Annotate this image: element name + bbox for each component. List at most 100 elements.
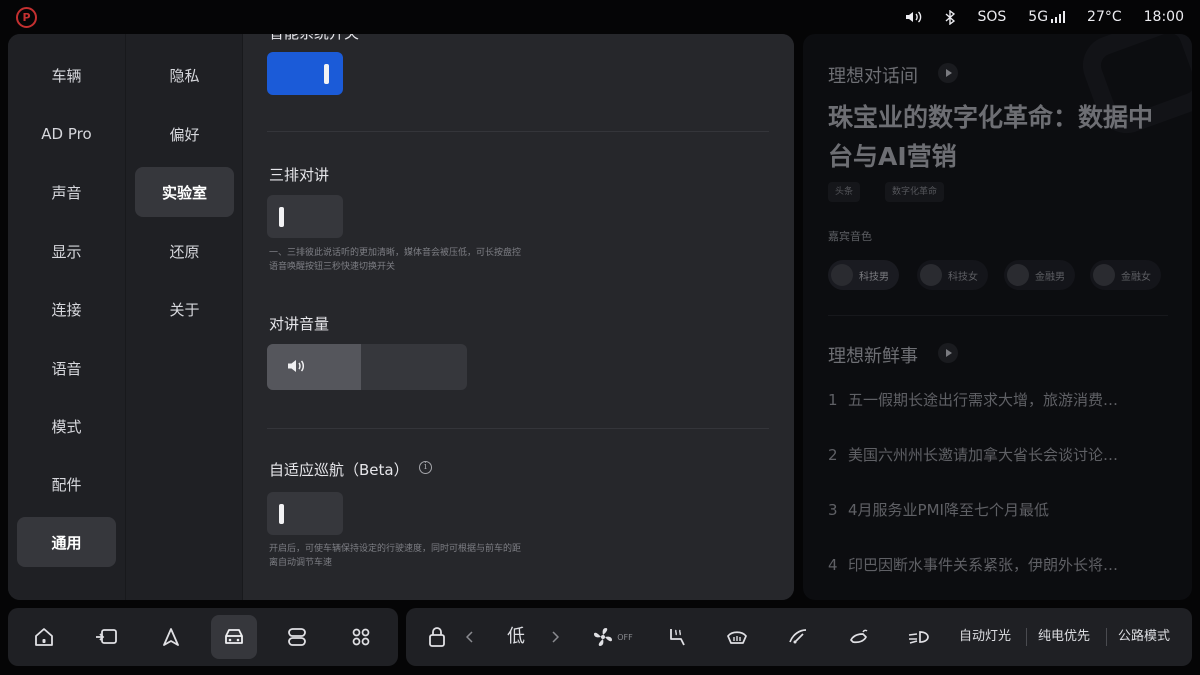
app-dock xyxy=(8,608,398,666)
network-label: 5G xyxy=(1028,9,1049,25)
vehicle-controls-dock: 低 OFF 自动灯光 纯电优先 公路模式 xyxy=(406,608,1192,666)
avatar xyxy=(920,264,942,286)
avatar xyxy=(1007,264,1029,286)
nav-item-voice[interactable]: 语音 xyxy=(17,343,116,393)
intercom-hint: 一、三排彼此说话听的更加清晰，媒体音会被压低，可长按盘控语音唤醒按钮三秒快速切换… xyxy=(269,248,522,272)
news-item[interactable]: 4 印巴因断水事件关系紧张，伊朗外长将… xyxy=(828,554,1118,575)
primary-nav: 车辆 AD Pro 声音 显示 连接 语音 模式 配件 通用 xyxy=(8,34,125,600)
tag: 头条 xyxy=(828,182,861,202)
navigation-icon[interactable] xyxy=(148,615,194,659)
nav-item-connection[interactable]: 连接 xyxy=(17,284,116,334)
news-text: 美国六州州长邀请加拿大省长会谈讨论… xyxy=(848,446,1119,464)
tag: 数字化革命 xyxy=(885,182,945,202)
ev-priority-button[interactable]: 纯电优先 xyxy=(1038,608,1090,666)
news-item[interactable]: 3 4月服务业PMI降至七个月最低 xyxy=(828,499,1049,520)
nav-item-lab[interactable]: 实验室 xyxy=(135,167,234,217)
lock-icon[interactable] xyxy=(414,615,460,659)
news-item[interactable]: 1 五一假期长途出行需求大增，旅游消费… xyxy=(828,389,1118,410)
defrost-icon[interactable] xyxy=(714,615,760,659)
play-icon[interactable] xyxy=(938,343,958,363)
top-setting-label: 智能系统开关 xyxy=(269,34,359,43)
headlight-icon[interactable] xyxy=(897,615,943,659)
play-icon[interactable] xyxy=(938,63,958,83)
car-icon[interactable] xyxy=(211,615,257,659)
intercom-volume-label: 对讲音量 xyxy=(269,315,330,333)
avatar xyxy=(831,264,853,286)
fan-icon[interactable]: OFF xyxy=(586,615,638,659)
nav-item-preferences[interactable]: 偏好 xyxy=(135,109,234,159)
nav-item-sound[interactable]: 声音 xyxy=(17,167,116,217)
news-text: 印巴因断水事件关系紧张，伊朗外长将… xyxy=(848,556,1119,574)
news-text: 4月服务业PMI降至七个月最低 xyxy=(848,501,1049,519)
adaptive-cruise-hint: 开启后，可使车辆保持设定的行驶速度，同时可根据与前车的距离自动调节车速 xyxy=(269,544,522,568)
temperature: 27°C xyxy=(1087,9,1122,25)
settings-content: 智能系统开关 三排对讲 一、三排彼此说话听的更加清晰，媒体音会被压低，可长按盘控… xyxy=(243,34,794,600)
nav-item-privacy[interactable]: 隐私 xyxy=(135,50,234,100)
fan-level: 低 xyxy=(507,626,525,647)
divider xyxy=(267,131,769,132)
signal-icon xyxy=(1051,11,1066,23)
info-icon[interactable]: i xyxy=(419,461,432,474)
fan-increase-icon[interactable] xyxy=(543,615,567,659)
home-icon[interactable] xyxy=(21,615,67,659)
news-number: 1 xyxy=(828,391,838,409)
volume-icon xyxy=(288,360,305,372)
settings-panel: 车辆 AD Pro 声音 显示 连接 语音 模式 配件 通用 隐私 偏好 实验室… xyxy=(8,34,794,600)
network-indicator: 5G xyxy=(1028,9,1066,25)
app-switch-icon[interactable] xyxy=(274,615,320,659)
toggle-knob xyxy=(324,64,329,84)
podcast-headline[interactable]: 珠宝业的数字化革命：数据中台与AI营销 xyxy=(828,98,1168,176)
nav-item-display[interactable]: 显示 xyxy=(17,226,116,276)
bluetooth-icon xyxy=(945,9,956,25)
parking-brake-icon xyxy=(16,7,37,28)
news-number: 3 xyxy=(828,501,838,519)
passenger-screen-icon[interactable] xyxy=(84,615,130,659)
intercom-label: 三排对讲 xyxy=(269,166,330,184)
fan-state: OFF xyxy=(617,632,633,642)
news-section-title[interactable]: 理想新鲜事 xyxy=(828,342,918,368)
nav-item-vehicle[interactable]: 车辆 xyxy=(17,50,116,100)
divider xyxy=(828,315,1168,316)
separator xyxy=(1026,628,1027,646)
sos-label[interactable]: SOS xyxy=(977,9,1006,25)
talk-section-title[interactable]: 理想对话间 xyxy=(828,62,918,88)
nav-item-accessories[interactable]: 配件 xyxy=(17,459,116,509)
wiper-icon[interactable] xyxy=(775,615,821,659)
nav-item-ad-pro[interactable]: AD Pro xyxy=(17,109,116,159)
status-bar: SOS 5G 27°C 18:00 xyxy=(0,0,1200,34)
voice-option[interactable]: 金融男 xyxy=(1004,260,1075,290)
road-mode-button[interactable]: 公路模式 xyxy=(1118,608,1170,666)
news-number: 4 xyxy=(828,556,838,574)
secondary-nav: 隐私 偏好 实验室 还原 关于 xyxy=(125,34,243,600)
nav-item-about[interactable]: 关于 xyxy=(135,284,234,334)
apps-grid-icon[interactable] xyxy=(338,615,384,659)
separator xyxy=(1106,628,1107,646)
slider-fill xyxy=(267,344,361,390)
intercom-volume-slider[interactable] xyxy=(267,344,467,390)
toggle-knob xyxy=(279,207,284,227)
voice-name: 科技男 xyxy=(859,271,889,283)
nav-item-mode[interactable]: 模式 xyxy=(17,401,116,451)
news-number: 2 xyxy=(828,446,838,464)
adaptive-cruise-label: 自适应巡航（Beta） xyxy=(269,461,409,479)
intercom-toggle[interactable] xyxy=(267,195,343,238)
right-info-panel: 理想对话间 珠宝业的数字化革命：数据中台与AI营销 头条 数字化革命 嘉宾音色 … xyxy=(803,34,1192,600)
avatar xyxy=(1093,264,1115,286)
voice-option[interactable]: 科技男 xyxy=(828,260,899,290)
clock: 18:00 xyxy=(1143,9,1184,25)
seat-heat-icon[interactable] xyxy=(654,615,700,659)
volume-icon xyxy=(905,10,923,24)
top-setting-toggle[interactable] xyxy=(267,52,343,95)
voice-name: 金融女 xyxy=(1121,271,1151,283)
auto-light-button[interactable]: 自动灯光 xyxy=(959,608,1011,666)
nav-item-general[interactable]: 通用 xyxy=(17,517,116,567)
voice-option[interactable]: 科技女 xyxy=(917,260,988,290)
news-item[interactable]: 2 美国六州州长邀请加拿大省长会谈讨论… xyxy=(828,444,1118,465)
voice-option[interactable]: 金融女 xyxy=(1090,260,1161,290)
nav-item-reset[interactable]: 还原 xyxy=(135,226,234,276)
toggle-knob xyxy=(279,504,284,524)
adaptive-cruise-toggle[interactable] xyxy=(267,492,343,535)
mirror-icon[interactable] xyxy=(836,615,882,659)
fan-decrease-icon[interactable] xyxy=(458,615,482,659)
guest-voice-label: 嘉宾音色 xyxy=(828,230,872,243)
